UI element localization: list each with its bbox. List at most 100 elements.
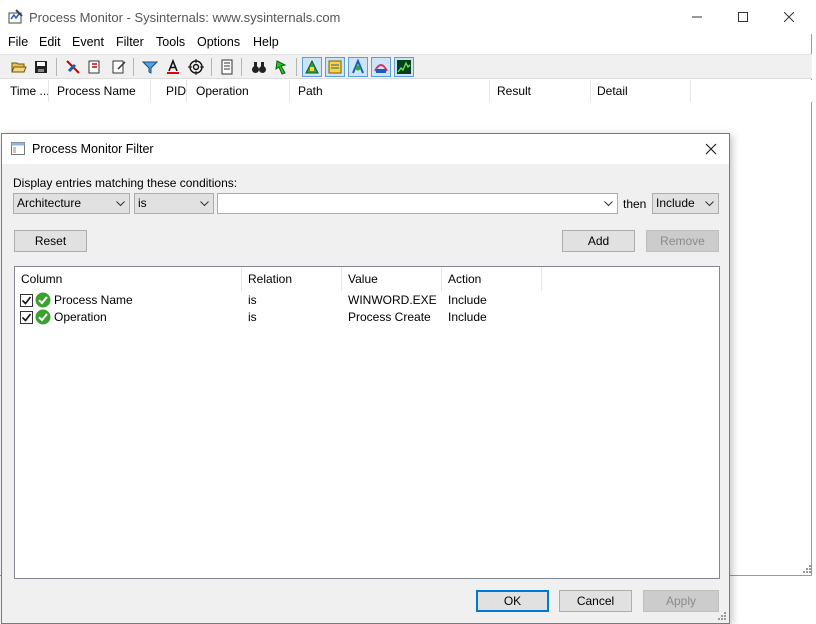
green-check-icon: [35, 292, 51, 308]
column-process-name[interactable]: Process Name: [47, 80, 151, 102]
document-icon: [221, 59, 233, 75]
dialog-close-button[interactable]: [702, 140, 720, 158]
action-select-value: Include: [656, 196, 695, 210]
reset-button[interactable]: Reset: [14, 230, 87, 252]
ok-button[interactable]: OK: [476, 590, 549, 612]
add-button[interactable]: Add: [562, 230, 635, 252]
list-header-action[interactable]: Action: [442, 267, 542, 291]
value-combobox[interactable]: [217, 193, 618, 214]
show-registry-button[interactable]: [302, 57, 322, 77]
dialog-resize-grip-icon[interactable]: [715, 609, 727, 621]
toolbar: [0, 54, 812, 79]
clear-button[interactable]: [109, 57, 129, 77]
column-select-value: Architecture: [17, 196, 82, 210]
jump-arrow-icon: [275, 60, 287, 75]
capture-icon: [66, 60, 80, 74]
open-folder-icon: [11, 62, 27, 73]
target-icon: [188, 59, 204, 75]
checkmark-icon: [21, 296, 32, 305]
show-profiling-button[interactable]: [394, 57, 414, 77]
window-title: Process Monitor - Sysinternals: www.sysi…: [29, 10, 341, 25]
event-list-header: Time ... Process Name PID Operation Path…: [0, 80, 812, 102]
menu-options[interactable]: Options: [197, 35, 240, 49]
menu-tools[interactable]: Tools: [156, 35, 185, 49]
profiling-icon: [397, 60, 411, 74]
rule-checkbox[interactable]: [20, 294, 33, 307]
find-button[interactable]: [249, 57, 269, 77]
process-thread-icon: [374, 64, 388, 73]
rule-relation: is: [248, 293, 257, 307]
menu-help[interactable]: Help: [253, 35, 279, 49]
column-operation[interactable]: Operation: [186, 80, 290, 102]
rule-value: WINWORD.EXE: [348, 293, 437, 307]
remove-button[interactable]: Remove: [646, 230, 719, 252]
process-monitor-app-icon: [8, 9, 23, 24]
filter-funnel-icon: [142, 61, 158, 74]
chevron-down-icon: [604, 200, 613, 206]
rule-column: Process Name: [54, 293, 133, 307]
capture-button[interactable]: [63, 57, 83, 77]
highlight-button[interactable]: [163, 57, 183, 77]
clear-icon: [112, 60, 126, 74]
green-check-icon: [35, 309, 51, 325]
action-select[interactable]: Include: [652, 193, 719, 214]
menu-event[interactable]: Event: [72, 35, 104, 49]
column-detail[interactable]: Detail: [587, 80, 691, 102]
relation-select[interactable]: is: [134, 193, 214, 214]
minimize-icon: [692, 16, 702, 18]
checkmark-icon: [21, 313, 32, 322]
maximize-button[interactable]: [720, 0, 766, 34]
column-select[interactable]: Architecture: [13, 193, 130, 214]
rule-action: Include: [448, 293, 487, 307]
open-button[interactable]: [9, 57, 29, 77]
chevron-down-icon: [705, 200, 714, 206]
maximize-icon: [738, 12, 748, 22]
close-icon: [705, 143, 717, 155]
title-bar[interactable]: Process Monitor - Sysinternals: www.sysi…: [0, 0, 812, 34]
filter-dialog: Process Monitor Filter Display entries m…: [1, 133, 730, 624]
minimize-button[interactable]: [674, 0, 720, 34]
show-filesystem-button[interactable]: [325, 57, 345, 77]
registry-icon: [305, 59, 319, 74]
dialog-title-bar[interactable]: Process Monitor Filter: [2, 134, 729, 164]
column-pid[interactable]: PID: [156, 80, 187, 102]
rule-checkbox[interactable]: [20, 311, 33, 324]
include-process-button[interactable]: [186, 57, 206, 77]
process-tree-button[interactable]: [217, 57, 237, 77]
list-item[interactable]: Process Name is WINWORD.EXE Include: [15, 292, 719, 309]
network-icon: [352, 59, 364, 74]
chevron-down-icon: [116, 200, 125, 206]
menu-file[interactable]: File: [8, 35, 28, 49]
list-header-column[interactable]: Column: [15, 267, 242, 291]
list-item[interactable]: Operation is Process Create Include: [15, 309, 719, 326]
menu-filter[interactable]: Filter: [116, 35, 144, 49]
main-resize-grip-icon[interactable]: [800, 562, 812, 574]
filesystem-icon: [328, 60, 342, 74]
show-process-button[interactable]: [371, 57, 391, 77]
save-button[interactable]: [31, 57, 51, 77]
save-icon: [35, 61, 47, 73]
list-header-value[interactable]: Value: [342, 267, 442, 291]
menu-bar: File Edit Event Filter Tools Options Hel…: [0, 33, 812, 53]
jump-to-button[interactable]: [271, 57, 291, 77]
menu-edit[interactable]: Edit: [39, 35, 61, 49]
rule-column: Operation: [54, 310, 107, 324]
autoscroll-button[interactable]: [85, 57, 105, 77]
list-header-relation[interactable]: Relation: [242, 267, 342, 291]
cancel-button[interactable]: Cancel: [559, 590, 632, 612]
then-label: then: [623, 197, 647, 211]
chevron-down-icon: [200, 200, 209, 206]
relation-select-value: is: [138, 196, 147, 210]
show-network-button[interactable]: [348, 57, 368, 77]
column-time[interactable]: Time ...: [0, 80, 49, 102]
filter-button[interactable]: [140, 57, 160, 77]
autoscroll-icon: [88, 60, 100, 74]
close-window-button[interactable]: [766, 0, 812, 34]
apply-button[interactable]: Apply: [643, 590, 719, 612]
column-result[interactable]: Result: [487, 80, 591, 102]
filter-rules-list[interactable]: Column Relation Value Action Process Nam…: [14, 266, 720, 579]
column-path[interactable]: Path: [288, 80, 490, 102]
conditions-label: Display entries matching these condition…: [13, 176, 238, 190]
close-icon: [784, 12, 794, 22]
rule-relation: is: [248, 310, 257, 324]
